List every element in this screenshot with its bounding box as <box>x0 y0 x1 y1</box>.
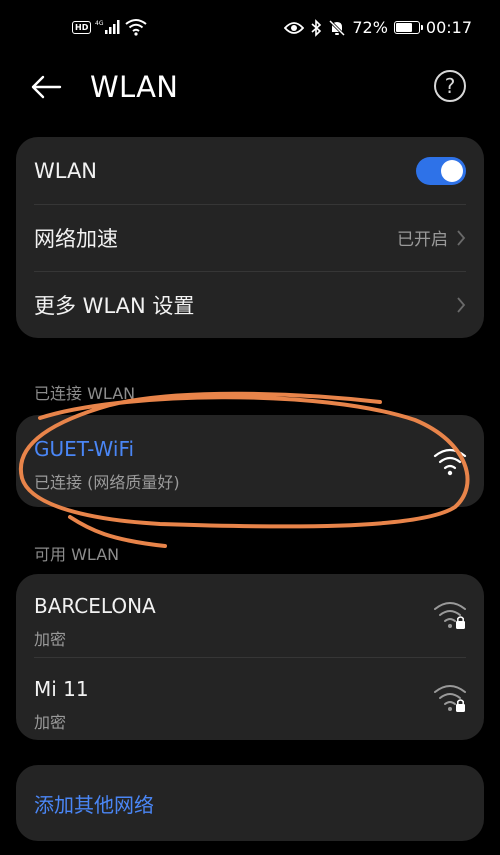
chevron-right-icon <box>457 296 466 313</box>
wifi-signal-icon <box>432 445 468 477</box>
network-type-label: 4G <box>95 20 104 27</box>
add-network-card: 添加其他网络 <box>16 765 484 841</box>
available-networks-card: BARCELONA 加密 Mi 11 加密 <box>16 574 484 740</box>
cellular-signal-icon: 4G <box>95 20 120 34</box>
back-button[interactable] <box>30 70 70 104</box>
available-section-label: 可用 WLAN <box>34 545 120 564</box>
hd-badge: HD <box>72 20 92 34</box>
wlan-toggle-switch[interactable] <box>416 156 466 185</box>
status-bar: HD 4G 72% 00:17 <box>0 0 500 58</box>
bluetooth-icon <box>311 18 322 37</box>
back-arrow-icon <box>31 75 62 99</box>
wifi-status-icon <box>125 19 147 36</box>
network-name: Mi 11 <box>34 677 89 701</box>
page-title: WLAN <box>90 70 179 104</box>
add-network-link[interactable]: 添加其他网络 <box>34 789 154 818</box>
battery-fill <box>395 23 412 32</box>
network-row-mi-11[interactable]: Mi 11 加密 <box>16 657 484 740</box>
network-acceleration-value: 已开启 <box>397 230 448 250</box>
wifi-locked-icon <box>432 681 468 713</box>
connected-network-status: 已连接 (网络质量好) <box>34 473 180 492</box>
network-acceleration-label: 网络加速 <box>34 226 118 251</box>
help-button[interactable]: ? <box>434 70 466 102</box>
header: WLAN ? <box>0 58 500 118</box>
status-left: HD 4G <box>72 18 147 36</box>
battery-percent: 72% <box>352 18 388 37</box>
help-icon: ? <box>444 74 456 98</box>
wlan-toggle-row[interactable]: WLAN <box>16 137 484 204</box>
network-name: BARCELONA <box>34 594 156 618</box>
network-security-status: 加密 <box>34 630 67 649</box>
mute-icon <box>329 19 346 36</box>
more-wlan-settings-row[interactable]: 更多 WLAN 设置 <box>16 271 484 338</box>
network-acceleration-row[interactable]: 网络加速 已开启 <box>16 204 484 271</box>
wifi-locked-icon <box>432 598 468 630</box>
connected-network-row[interactable]: GUET-WiFi 已连接 (网络质量好) <box>16 415 484 507</box>
network-row-barcelona[interactable]: BARCELONA 加密 <box>16 574 484 657</box>
chevron-right-icon <box>457 229 466 246</box>
connected-network-name: GUET-WiFi <box>34 437 135 461</box>
connected-section-label: 已连接 WLAN <box>34 384 136 403</box>
add-network-row[interactable]: 添加其他网络 <box>16 765 484 841</box>
connected-network-card: GUET-WiFi 已连接 (网络质量好) <box>16 415 484 507</box>
more-wlan-settings-label: 更多 WLAN 设置 <box>34 293 195 318</box>
toggle-knob <box>441 159 463 182</box>
network-security-status: 加密 <box>34 713 67 732</box>
battery-icon <box>393 21 423 34</box>
eye-icon <box>284 21 305 34</box>
wlan-toggle-label: WLAN <box>34 158 98 183</box>
wlan-settings-card: WLAN 网络加速 已开启 更多 WLAN 设置 <box>16 137 484 338</box>
status-time: 00:17 <box>425 18 472 37</box>
status-right: 72% 00:17 <box>284 18 472 37</box>
